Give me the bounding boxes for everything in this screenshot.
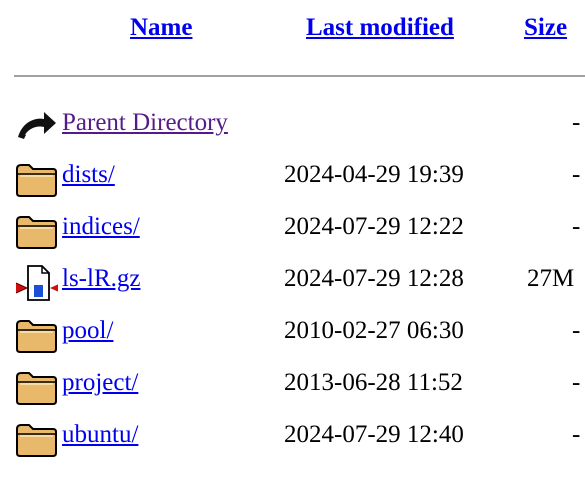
list-item-ubuntu: ubuntu/ 2024-07-29 12:40 - xyxy=(0,419,585,459)
column-header-last-modified[interactable]: Last modified xyxy=(306,14,454,42)
file-size: 27M xyxy=(527,265,575,292)
column-header-size[interactable]: Size xyxy=(524,14,567,42)
file-size: - xyxy=(572,369,581,396)
file-size: - xyxy=(572,161,581,188)
file-size: - xyxy=(572,317,581,344)
modified-date: 2024-07-29 12:40 xyxy=(284,421,464,448)
list-item-indices: indices/ 2024-07-29 12:22 - xyxy=(0,211,585,251)
back-arrow-icon xyxy=(14,107,58,147)
directory-listing: Name Last modified Size Parent Directory… xyxy=(0,0,585,479)
file-size: - xyxy=(572,109,581,136)
column-header-name[interactable]: Name xyxy=(130,14,192,42)
folder-icon xyxy=(14,315,58,355)
folder-icon xyxy=(14,159,58,199)
modified-date: 2024-04-29 19:39 xyxy=(284,161,464,188)
list-item-dists: dists/ 2024-04-29 19:39 - xyxy=(0,159,585,199)
file-link-ls-lr-gz[interactable]: ls-lR.gz xyxy=(62,265,140,293)
list-item-parent-directory: Parent Directory - xyxy=(0,107,585,147)
file-size: - xyxy=(572,421,581,448)
folder-link-dists[interactable]: dists/ xyxy=(62,161,115,189)
parent-directory-link[interactable]: Parent Directory xyxy=(62,109,228,137)
folder-link-project[interactable]: project/ xyxy=(62,369,138,397)
folder-icon xyxy=(14,211,58,251)
modified-date: 2013-06-28 11:52 xyxy=(284,369,463,396)
header-divider xyxy=(14,75,585,77)
modified-date: 2024-07-29 12:28 xyxy=(284,265,464,292)
folder-link-indices[interactable]: indices/ xyxy=(62,213,140,241)
modified-date: 2010-02-27 06:30 xyxy=(284,317,464,344)
compressed-file-icon xyxy=(14,263,58,303)
folder-icon xyxy=(14,367,58,407)
folder-icon xyxy=(14,419,58,459)
folder-link-ubuntu[interactable]: ubuntu/ xyxy=(62,421,138,449)
file-size: - xyxy=(572,213,581,240)
list-item-ls-lr-gz: ls-lR.gz 2024-07-29 12:28 27M xyxy=(0,263,585,303)
list-item-project: project/ 2013-06-28 11:52 - xyxy=(0,367,585,407)
modified-date: 2024-07-29 12:22 xyxy=(284,213,464,240)
folder-link-pool[interactable]: pool/ xyxy=(62,317,113,345)
list-item-pool: pool/ 2010-02-27 06:30 - xyxy=(0,315,585,355)
